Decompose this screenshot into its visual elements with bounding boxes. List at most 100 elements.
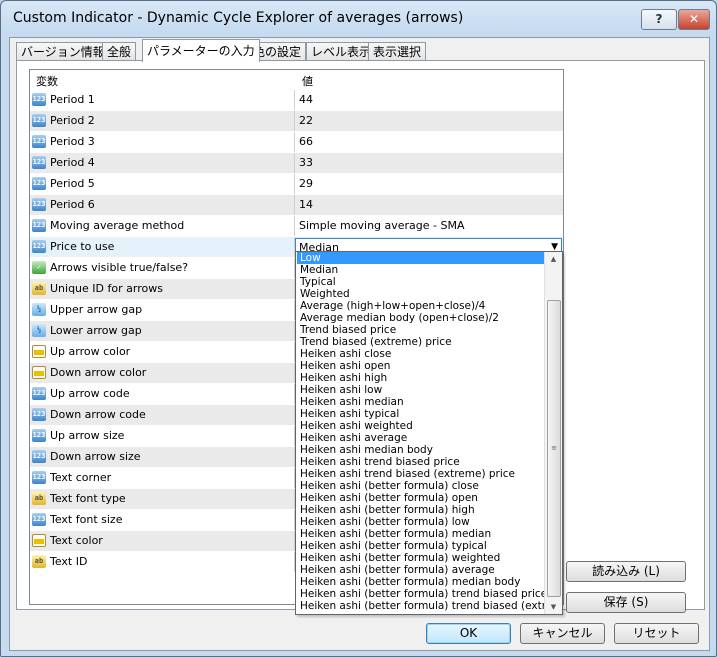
integer-type-icon: 123 <box>32 387 46 400</box>
dropdown-option[interactable]: Heiken ashi median body <box>297 444 544 456</box>
tab-visualization[interactable]: 表示選択 <box>368 42 427 61</box>
load-button[interactable]: 読み込み (L) <box>566 561 686 582</box>
dropdown-option[interactable]: Heiken ashi (better formula) close <box>297 480 544 492</box>
variable-name: Period 6 <box>50 198 95 211</box>
integer-type-icon: 123 <box>32 429 46 442</box>
dropdown-option[interactable]: Heiken ashi (better formula) low <box>297 516 544 528</box>
table-row[interactable]: 123 Period 4 33 <box>30 153 563 174</box>
double-type-icon: ½ <box>32 303 46 316</box>
dropdown-option[interactable]: Heiken ashi (better formula) high <box>297 504 544 516</box>
value-cell[interactable]: Simple moving average - SMA <box>296 216 562 236</box>
dropdown-option[interactable]: Heiken ashi close <box>297 348 544 360</box>
value-cell[interactable]: 14 <box>296 195 562 215</box>
title-bar[interactable]: Custom Indicator - Dynamic Cycle Explore… <box>1 1 716 35</box>
bool-type-icon: ✓ <box>32 261 46 274</box>
variable-name: Up arrow size <box>50 429 125 442</box>
dropdown-option[interactable]: Average median body (open+close)/2 <box>297 312 544 324</box>
integer-type-icon: 123 <box>32 219 46 232</box>
dropdown-option[interactable]: Heiken ashi (better formula) trend biase… <box>297 600 544 612</box>
price-to-use-dropdown-list[interactable]: Low Median Typical Weighted Average (high+lo… <box>295 251 563 615</box>
table-row[interactable]: 123 Period 1 44 <box>30 90 563 111</box>
table-row[interactable]: 123 Moving average method Simple moving av… <box>30 216 563 237</box>
dropdown-option[interactable]: Weighted <box>297 288 544 300</box>
dropdown-option[interactable]: Heiken ashi median <box>297 396 544 408</box>
tab-levels[interactable]: レベル表示 <box>306 42 377 61</box>
window-title: Custom Indicator - Dynamic Cycle Explore… <box>13 10 464 26</box>
dropdown-option[interactable]: Heiken ashi average <box>297 432 544 444</box>
double-type-icon: ½ <box>32 324 46 337</box>
dropdown-option[interactable]: Heiken ashi low <box>297 384 544 396</box>
variable-name: Period 2 <box>50 114 95 127</box>
integer-type-icon: 123 <box>32 408 46 421</box>
variable-name: Up arrow color <box>50 345 131 358</box>
color-type-icon <box>32 345 46 358</box>
scroll-down-arrow-icon[interactable]: ▼ <box>545 600 562 614</box>
dropdown-option[interactable]: Heiken ashi open <box>297 360 544 372</box>
grip-icon: ≡ <box>551 444 557 452</box>
dropdown-option[interactable]: Heiken ashi high <box>297 372 544 384</box>
variable-name: Period 3 <box>50 135 95 148</box>
variable-cell: 123 Down arrow code <box>30 405 295 425</box>
dropdown-option[interactable]: Heiken ashi typical <box>297 408 544 420</box>
cancel-button[interactable]: キャンセル <box>520 623 605 644</box>
dropdown-option[interactable]: Average (high+low+open+close)/4 <box>297 300 544 312</box>
save-button[interactable]: 保存 (S) <box>566 592 686 613</box>
table-row[interactable]: 123 Period 6 14 <box>30 195 563 216</box>
variable-cell: 123 Text corner <box>30 468 295 488</box>
dropdown-option[interactable]: Heiken ashi (better formula) typical <box>297 540 544 552</box>
integer-type-icon: 123 <box>32 198 46 211</box>
integer-type-icon: 123 <box>32 240 46 253</box>
string-type-icon: ab <box>32 282 46 295</box>
dropdown-option[interactable]: Heiken ashi weighted <box>297 420 544 432</box>
variable-cell: Down arrow color <box>30 363 295 383</box>
integer-type-icon: 123 <box>32 135 46 148</box>
dropdown-option[interactable]: Low <box>297 252 544 264</box>
value-cell[interactable]: 66 <box>296 132 562 152</box>
value-cell[interactable]: 22 <box>296 111 562 131</box>
tab-input-parameters[interactable]: パラメーターの入力 <box>142 39 260 62</box>
close-button[interactable]: ✕ <box>678 9 710 30</box>
dropdown-option[interactable]: Heiken ashi (better formula) trend biase… <box>297 588 544 600</box>
table-row[interactable]: 123 Period 2 22 <box>30 111 563 132</box>
table-row[interactable]: 123 Period 3 66 <box>30 132 563 153</box>
dropdown-option[interactable]: Heiken ashi (better formula) weighted <box>297 552 544 564</box>
integer-type-icon: 123 <box>32 156 46 169</box>
variable-name: Text font size <box>50 513 123 526</box>
scroll-up-arrow-icon[interactable]: ▲ <box>545 252 562 266</box>
integer-type-icon: 123 <box>32 177 46 190</box>
tab-version-info[interactable]: バージョン情報 <box>16 42 110 61</box>
dropdown-option[interactable]: Trend biased price <box>297 324 544 336</box>
variable-cell: ab Unique ID for arrows <box>30 279 295 299</box>
dropdown-option[interactable]: Heiken ashi (better formula) average <box>297 564 544 576</box>
variable-name: Moving average method <box>50 219 185 232</box>
variable-value: 14 <box>299 198 313 211</box>
reset-button[interactable]: リセット <box>614 623 699 644</box>
dropdown-option[interactable]: Median <box>297 264 544 276</box>
variable-cell: ✓ Arrows visible true/false? <box>30 258 295 278</box>
table-row[interactable]: 123 Period 5 29 <box>30 174 563 195</box>
dropdown-scrollbar[interactable]: ▲ ≡ ▼ <box>544 252 562 614</box>
value-cell[interactable]: 33 <box>296 153 562 173</box>
dropdown-option[interactable]: Heiken ashi (better formula) median <box>297 528 544 540</box>
dropdown-option[interactable]: Typical <box>297 276 544 288</box>
dropdown-option[interactable]: Heiken ashi (better formula) open <box>297 492 544 504</box>
tab-general[interactable]: 全般 <box>102 42 137 61</box>
string-type-icon: ab <box>32 555 46 568</box>
variable-name: Text ID <box>50 555 88 568</box>
variable-cell: 123 Moving average method <box>30 216 295 236</box>
value-cell[interactable]: 29 <box>296 174 562 194</box>
help-button[interactable]: ? <box>641 9 677 30</box>
value-cell[interactable]: 44 <box>296 90 562 110</box>
integer-type-icon: 123 <box>32 471 46 484</box>
dropdown-option[interactable]: Trend biased (extreme) price <box>297 336 544 348</box>
column-header-variable[interactable]: 変数 <box>36 73 58 89</box>
dropdown-option[interactable]: Heiken ashi trend biased (extreme) price <box>297 468 544 480</box>
column-header-value[interactable]: 値 <box>302 73 313 89</box>
ok-button[interactable]: OK <box>426 623 511 644</box>
dropdown-option[interactable]: Heiken ashi (better formula) median body <box>297 576 544 588</box>
dropdown-option[interactable]: Heiken ashi trend biased price <box>297 456 544 468</box>
variable-name: Text color <box>50 534 103 547</box>
variable-cell: ab Text ID <box>30 552 295 572</box>
variable-value: 44 <box>299 93 313 106</box>
scrollbar-thumb[interactable]: ≡ <box>547 300 561 597</box>
